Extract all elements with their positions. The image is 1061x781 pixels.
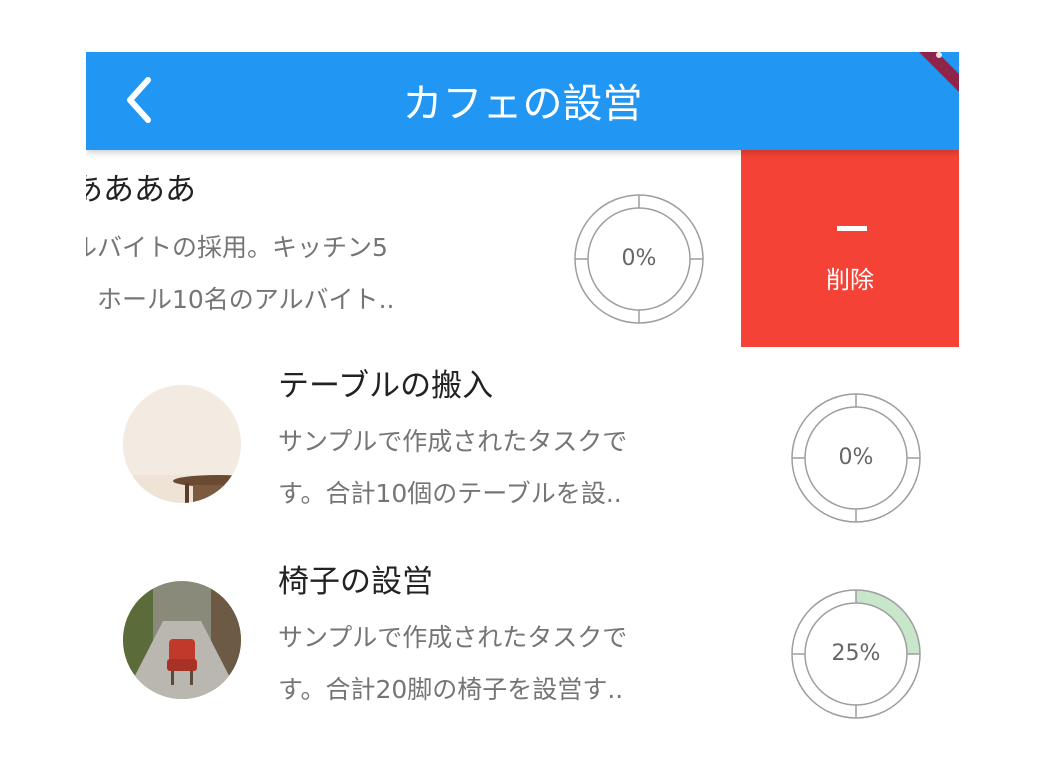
page-title: カフェの設営	[402, 81, 643, 127]
app-bar: カフェの設営	[86, 52, 959, 150]
task-description-line2: す。合計20脚の椅子を設営す..	[278, 675, 624, 704]
task-description-line1: サンプルで作成されたタスクで	[278, 623, 628, 652]
task-thumbnail	[123, 385, 241, 503]
task-row[interactable]: テーブルの搬入 サンプルで作成されたタスクで す。合計10個のテーブルを設.. …	[86, 358, 959, 548]
debug-banner	[899, 52, 959, 112]
progress-percent: 25%	[831, 641, 881, 666]
progress-ring: 0%	[790, 392, 922, 524]
task-content[interactable]: ああああ ルバイトの採用。キッチン5 、ホール10名のアルバイト.. 0%	[86, 150, 732, 347]
delete-label: 削除	[826, 266, 874, 294]
task-description-line2: 、ホール10名のアルバイト..	[86, 285, 395, 314]
minus-icon	[837, 226, 867, 231]
task-thumbnail	[123, 581, 241, 699]
progress-ring: 0%	[573, 193, 705, 325]
progress-percent: 0%	[621, 246, 657, 271]
task-description-line2: す。合計10個のテーブルを設..	[278, 479, 622, 508]
task-row[interactable]: 椅子の設営 サンプルで作成されたタスクで す。合計20脚の椅子を設営す.. 25…	[86, 554, 959, 744]
screen: カフェの設営 ああああ ルバイトの採用。キッチン5 、ホール10名のアルバイト.…	[86, 52, 959, 781]
progress-ring: 25%	[790, 588, 922, 720]
task-description-line1: ルバイトの採用。キッチン5	[86, 233, 388, 262]
task-row-swiped[interactable]: ああああ ルバイトの採用。キッチン5 、ホール10名のアルバイト.. 0% 削除	[86, 150, 959, 347]
task-title: 椅子の設営	[278, 564, 433, 600]
task-title: テーブルの搬入	[278, 368, 494, 404]
progress-percent: 0%	[838, 445, 874, 470]
delete-button[interactable]: 削除	[741, 150, 959, 347]
task-title: ああああ	[86, 172, 196, 208]
task-description-line1: サンプルで作成されたタスクで	[278, 427, 628, 456]
